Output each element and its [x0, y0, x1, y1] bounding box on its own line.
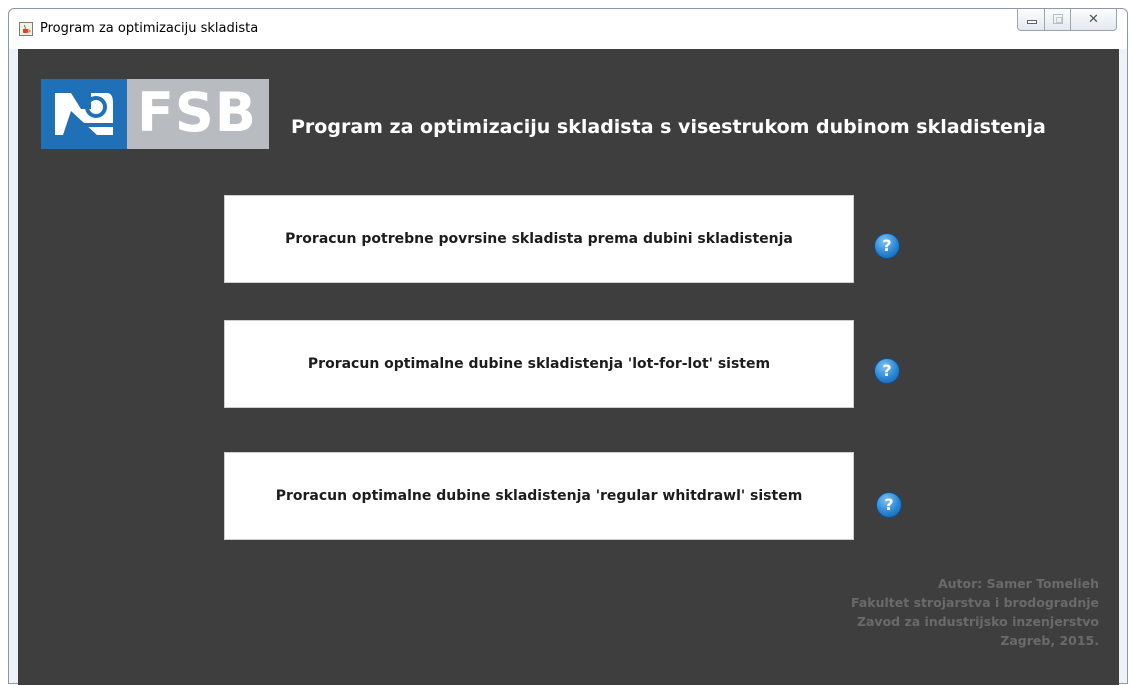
- maximize-icon: [1053, 14, 1063, 24]
- page-title: Program za optimizaciju skladista s vise…: [291, 116, 1046, 138]
- author-credits: Autor: Samer Tomelieh Fakultet strojarst…: [851, 574, 1099, 650]
- help-icon[interactable]: ?: [876, 492, 902, 518]
- credit-faculty: Fakultet strojarstva i brodogradnje: [851, 595, 1099, 610]
- close-button[interactable]: ✕: [1071, 9, 1117, 31]
- help-icon[interactable]: ?: [874, 358, 900, 384]
- logo-emblem: [41, 79, 127, 149]
- window-controls: ✕: [1017, 9, 1117, 31]
- close-icon: ✕: [1088, 12, 1099, 27]
- window-title: Program za optimizaciju skladista: [40, 21, 259, 36]
- title-bar[interactable]: Program za optimizaciju skladista ✕: [9, 9, 1127, 49]
- java-cup-icon[interactable]: [19, 22, 33, 36]
- logo-text: FSB: [137, 81, 257, 144]
- minimize-button[interactable]: [1017, 9, 1045, 31]
- credit-place-year: Zagreb, 2015.: [1000, 633, 1099, 648]
- area-calculation-button[interactable]: Proracun potrebne povrsine skladista pre…: [224, 195, 854, 283]
- help-icon[interactable]: ?: [874, 233, 900, 259]
- logo-emblem-icon: [55, 93, 113, 135]
- app-window: Program za optimizaciju skladista ✕ FSB …: [8, 8, 1128, 685]
- fsb-logo: FSB: [41, 79, 269, 149]
- regular-withdrawal-button[interactable]: Proracun optimalne dubine skladistenja '…: [224, 452, 854, 540]
- minimize-icon: [1027, 20, 1037, 24]
- credit-author: Autor: Samer Tomelieh: [937, 576, 1099, 591]
- lot-for-lot-button[interactable]: Proracun optimalne dubine skladistenja '…: [224, 320, 854, 408]
- main-panel: FSB Program za optimizaciju skladista s …: [18, 49, 1119, 685]
- maximize-button[interactable]: [1045, 9, 1071, 31]
- credit-department: Zavod za industrijsko inzenjerstvo: [856, 614, 1099, 629]
- logo-wordmark: FSB: [127, 79, 269, 149]
